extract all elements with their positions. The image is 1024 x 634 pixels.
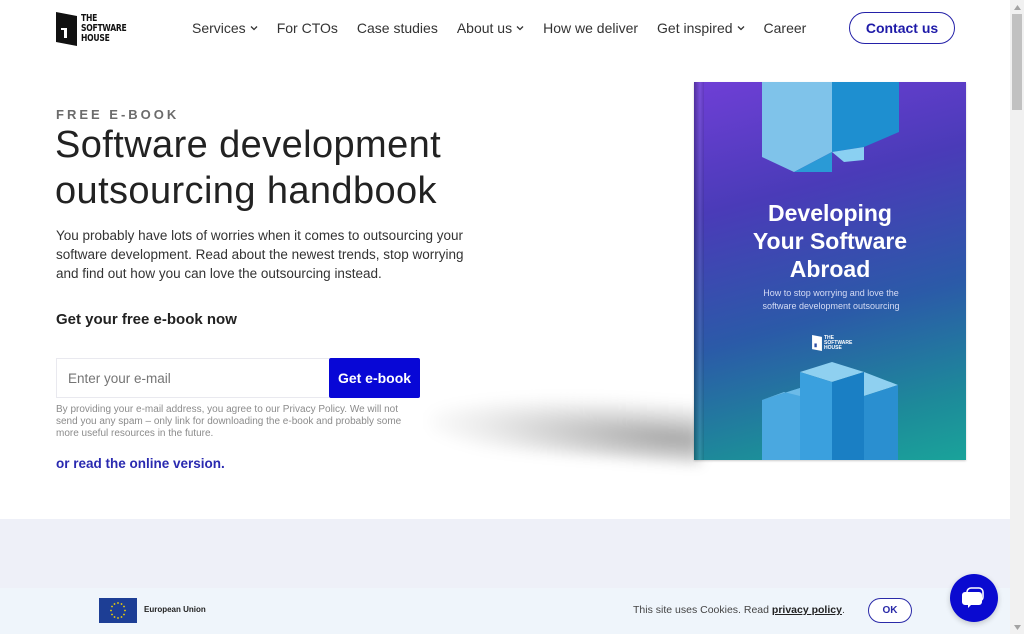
book-shadow xyxy=(430,385,700,465)
cookie-text: This site uses Cookies. Read xyxy=(633,604,772,616)
chevron-down-icon xyxy=(737,26,744,31)
book-title-line: Abroad xyxy=(789,256,871,282)
nav-label: About us xyxy=(456,20,513,36)
logo-text: THE SOFTWARE HOUSE xyxy=(81,14,127,44)
page: THE SOFTWARE HOUSE Services For CTOs Cas… xyxy=(0,0,1010,634)
chevron-down-icon xyxy=(250,26,258,31)
nav-label: Career xyxy=(763,20,807,36)
book-subtitle: How to stop worrying and love the softwa… xyxy=(762,288,900,311)
book-title-line: Your Software xyxy=(752,228,908,254)
cover-bottom-shapes-icon xyxy=(762,362,898,460)
nav-label: Get inspired xyxy=(657,20,733,36)
cookie-notice: This site uses Cookies. Read privacy pol… xyxy=(633,604,845,616)
main-nav: Services For CTOs Case studies About us … xyxy=(192,20,825,36)
site-header: THE SOFTWARE HOUSE Services For CTOs Cas… xyxy=(0,0,1010,60)
privacy-policy-link[interactable]: privacy policy xyxy=(772,604,842,616)
chevron-down-icon xyxy=(516,26,524,31)
eu-label: European Union xyxy=(144,605,206,614)
nav-item-how-we-deliver[interactable]: How we deliver xyxy=(543,20,638,36)
nav-label: How we deliver xyxy=(543,20,639,36)
logo-line: HOUSE xyxy=(81,33,110,44)
contact-us-button[interactable]: Contact us xyxy=(849,12,955,44)
book-logo-text: THE SOFTWARE HOUSE xyxy=(824,335,852,351)
chat-button[interactable] xyxy=(950,574,998,622)
email-input[interactable] xyxy=(56,358,329,398)
book-logo: THE SOFTWARE HOUSE xyxy=(812,335,852,351)
page-title: Software development outsourcing handboo… xyxy=(55,122,505,214)
nav-item-get-inspired[interactable]: Get inspired xyxy=(657,20,744,36)
scrollbar-thumb[interactable] xyxy=(1012,14,1022,110)
eyebrow-label: FREE E-BOOK xyxy=(56,107,180,122)
book-title-line: Developing xyxy=(768,200,892,226)
logo-line: HOUSE xyxy=(824,344,842,351)
logo-house-icon xyxy=(812,335,822,351)
nav-item-services[interactable]: Services xyxy=(192,20,258,36)
logo-house-icon xyxy=(56,12,77,46)
vertical-scrollbar[interactable] xyxy=(1010,0,1024,634)
nav-label: Case studies xyxy=(356,20,438,36)
cover-top-shapes-icon xyxy=(762,82,899,172)
logo[interactable]: THE SOFTWARE HOUSE xyxy=(56,12,135,46)
scroll-down-arrow-icon[interactable] xyxy=(1010,620,1024,634)
cta-heading: Get your free e-book now xyxy=(56,311,237,328)
nav-label: Services xyxy=(192,20,246,36)
book-title: Developing Your Software Abroad xyxy=(694,199,966,283)
cookie-ok-button[interactable]: OK xyxy=(868,598,912,623)
privacy-disclaimer: By providing your e-mail address, you ag… xyxy=(56,404,402,439)
read-online-link[interactable]: or read the online version. xyxy=(56,456,225,471)
cookie-text-end: . xyxy=(841,604,845,616)
title-line: Software development xyxy=(55,124,442,166)
hero-description: You probably have lots of worries when i… xyxy=(56,228,464,281)
get-ebook-button[interactable]: Get e-book xyxy=(329,358,420,398)
nav-item-career[interactable]: Career xyxy=(764,20,807,36)
chat-bubble-icon xyxy=(962,587,984,608)
nav-item-about-us[interactable]: About us xyxy=(457,20,524,36)
title-line: outsourcing handbook xyxy=(55,170,437,212)
eu-stars-icon xyxy=(110,602,126,619)
scroll-up-arrow-icon[interactable] xyxy=(1010,0,1024,14)
nav-item-case-studies[interactable]: Case studies xyxy=(357,20,438,36)
ebook-cover: Developing Your Software Abroad How to s… xyxy=(694,82,966,460)
nav-label: For CTOs xyxy=(276,20,338,36)
nav-item-for-ctos[interactable]: For CTOs xyxy=(277,20,338,36)
eu-flag-icon xyxy=(99,598,137,623)
